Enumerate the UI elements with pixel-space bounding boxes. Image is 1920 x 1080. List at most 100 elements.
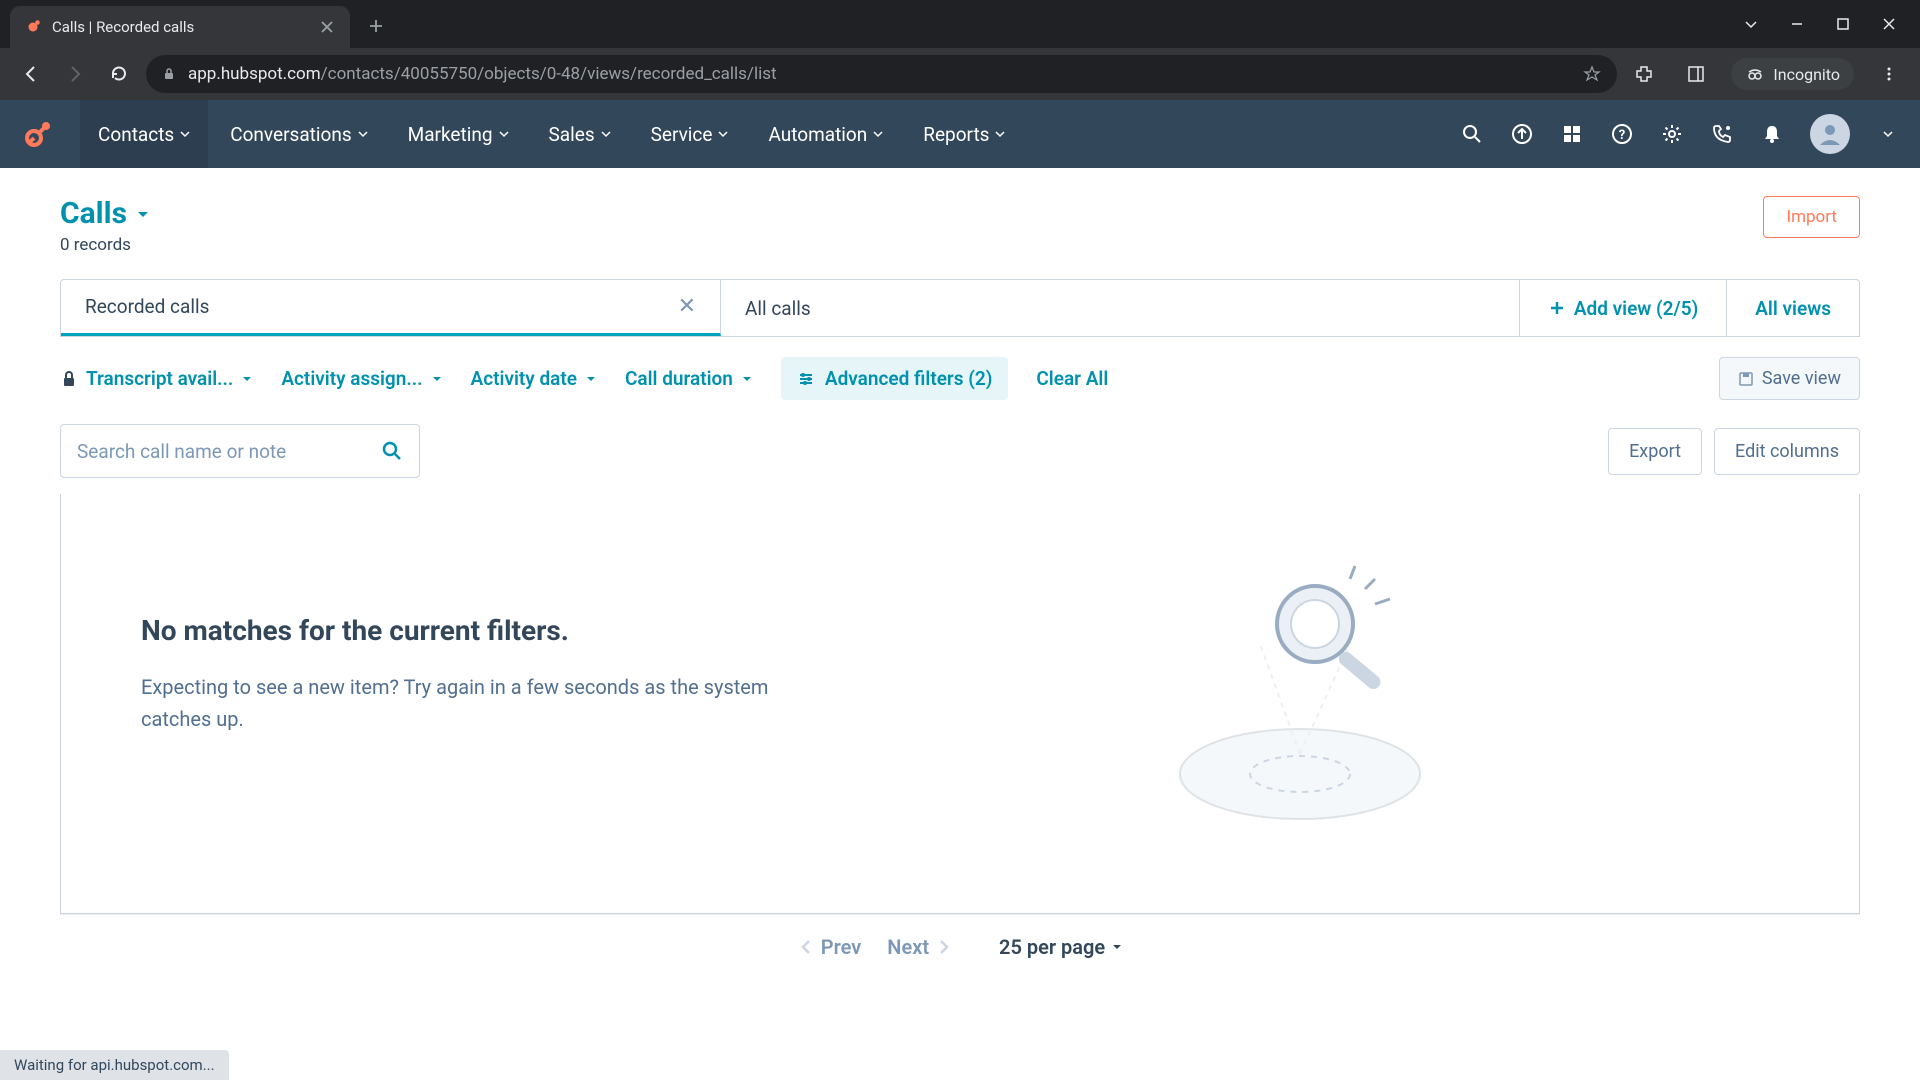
- calling-icon[interactable]: [1710, 122, 1734, 146]
- browser-chrome: Calls | Recorded calls app.hubspot.com/c…: [0, 0, 1920, 100]
- filter-call-duration[interactable]: Call duration: [625, 367, 753, 390]
- close-tab-icon[interactable]: ✕: [678, 294, 696, 319]
- browser-tab[interactable]: Calls | Recorded calls: [10, 6, 350, 48]
- help-icon[interactable]: ?: [1610, 122, 1634, 146]
- page-content: Calls 0 records Import Recorded calls ✕ …: [0, 168, 1920, 979]
- empty-state-illustration: [841, 554, 1779, 834]
- add-view-button[interactable]: Add view (2/5): [1520, 280, 1726, 336]
- notifications-icon[interactable]: [1760, 122, 1784, 146]
- table-controls: Export Edit columns: [60, 424, 1860, 478]
- next-label: Next: [887, 935, 929, 959]
- filters-row: Transcript avail... Activity assign... A…: [60, 337, 1860, 416]
- nav-contacts[interactable]: Contacts: [80, 100, 208, 168]
- toolbar-icons: Incognito: [1627, 57, 1906, 91]
- filter-label: Call duration: [625, 367, 733, 390]
- incognito-icon: [1745, 64, 1765, 84]
- search-box[interactable]: [60, 424, 420, 478]
- hubspot-favicon: [24, 18, 42, 36]
- search-icon[interactable]: [381, 440, 403, 462]
- save-icon: [1738, 371, 1754, 387]
- extensions-icon[interactable]: [1627, 57, 1661, 91]
- nav-sales[interactable]: Sales: [531, 100, 629, 168]
- caret-down-icon: [241, 373, 253, 385]
- page-header: Calls 0 records Import: [60, 196, 1860, 255]
- save-view-button[interactable]: Save view: [1719, 357, 1860, 400]
- caret-down-icon: [585, 373, 597, 385]
- browser-status-bar: Waiting for api.hubspot.com...: [0, 1050, 229, 1080]
- filter-label: Transcript avail...: [86, 367, 233, 390]
- chevron-right-icon: [935, 938, 953, 956]
- edit-columns-button[interactable]: Edit columns: [1714, 428, 1860, 475]
- browser-tab-bar: Calls | Recorded calls: [0, 0, 1920, 48]
- clear-all-button[interactable]: Clear All: [1036, 367, 1108, 390]
- nav-label: Contacts: [98, 123, 174, 146]
- account-chevron-icon[interactable]: [1876, 122, 1900, 146]
- per-page-dropdown[interactable]: 25 per page: [999, 935, 1123, 959]
- prev-label: Prev: [821, 935, 862, 959]
- back-button[interactable]: [14, 57, 48, 91]
- account-avatar[interactable]: [1810, 114, 1850, 154]
- view-tab-label: All calls: [745, 297, 811, 320]
- view-tab-label: Recorded calls: [85, 295, 209, 318]
- nav-automation[interactable]: Automation: [750, 100, 901, 168]
- settings-icon[interactable]: [1660, 122, 1684, 146]
- prev-page-button[interactable]: Prev: [797, 935, 862, 959]
- side-panel-icon[interactable]: [1679, 57, 1713, 91]
- view-tab-all-calls[interactable]: All calls: [721, 280, 1520, 336]
- svg-text:?: ?: [1619, 128, 1625, 143]
- caret-down-icon: [431, 373, 443, 385]
- nav-marketing[interactable]: Marketing: [390, 100, 527, 168]
- empty-state-title: No matches for the current filters.: [141, 614, 781, 647]
- tab-close-icon[interactable]: [318, 18, 336, 36]
- nav-label: Sales: [549, 123, 595, 146]
- filter-transcript-available[interactable]: Transcript avail...: [60, 367, 253, 390]
- tabs-dropdown-icon[interactable]: [1742, 15, 1760, 33]
- incognito-label: Incognito: [1773, 65, 1840, 84]
- plus-icon: [1548, 299, 1566, 317]
- reload-button[interactable]: [102, 57, 136, 91]
- close-window-icon[interactable]: [1880, 15, 1898, 33]
- filter-activity-date[interactable]: Activity date: [471, 367, 597, 390]
- nav-label: Service: [651, 123, 713, 146]
- search-input[interactable]: [77, 440, 369, 463]
- search-icon[interactable]: [1460, 122, 1484, 146]
- incognito-badge[interactable]: Incognito: [1731, 58, 1854, 90]
- nav-reports[interactable]: Reports: [905, 100, 1023, 168]
- empty-state-subtitle: Expecting to see a new item? Try again i…: [141, 671, 781, 735]
- marketplace-icon[interactable]: [1560, 122, 1584, 146]
- browser-tab-title: Calls | Recorded calls: [52, 18, 194, 36]
- hubspot-logo[interactable]: [20, 116, 56, 152]
- maximize-icon[interactable]: [1834, 15, 1852, 33]
- nav-service[interactable]: Service: [633, 100, 747, 168]
- nav-conversations[interactable]: Conversations: [212, 100, 385, 168]
- advanced-filters-button[interactable]: Advanced filters (2): [781, 357, 1008, 400]
- filter-label: Activity assign...: [281, 367, 422, 390]
- browser-menu-icon[interactable]: [1872, 57, 1906, 91]
- add-view-label: Add view (2/5): [1574, 297, 1698, 320]
- app-header: Contacts Conversations Marketing Sales S…: [0, 100, 1920, 168]
- lock-icon: [60, 370, 78, 388]
- views-tabs: Recorded calls ✕ All calls Add view (2/5…: [60, 279, 1860, 337]
- nav-label: Conversations: [230, 123, 351, 146]
- caret-down-icon: [135, 206, 151, 222]
- per-page-label: 25 per page: [999, 935, 1105, 959]
- import-button[interactable]: Import: [1763, 196, 1860, 238]
- upgrade-icon[interactable]: [1510, 122, 1534, 146]
- page-title-dropdown[interactable]: Calls: [60, 196, 151, 231]
- filter-activity-assigned[interactable]: Activity assign...: [281, 367, 442, 390]
- export-button[interactable]: Export: [1608, 428, 1702, 475]
- minimize-icon[interactable]: [1788, 15, 1806, 33]
- nav-label: Reports: [923, 123, 989, 146]
- chevron-left-icon: [797, 938, 815, 956]
- view-tab-recorded-calls[interactable]: Recorded calls ✕: [61, 280, 721, 336]
- forward-button[interactable]: [58, 57, 92, 91]
- all-views-button[interactable]: All views: [1726, 280, 1859, 336]
- url-field[interactable]: app.hubspot.com/contacts/40055750/object…: [146, 55, 1617, 93]
- window-controls: [1742, 0, 1920, 48]
- pagination: Prev Next 25 per page: [60, 914, 1860, 979]
- new-tab-button[interactable]: [358, 8, 394, 44]
- bookmark-star-icon[interactable]: [1583, 65, 1601, 83]
- next-page-button[interactable]: Next: [887, 935, 953, 959]
- save-view-label: Save view: [1762, 368, 1841, 389]
- caret-down-icon: [741, 373, 753, 385]
